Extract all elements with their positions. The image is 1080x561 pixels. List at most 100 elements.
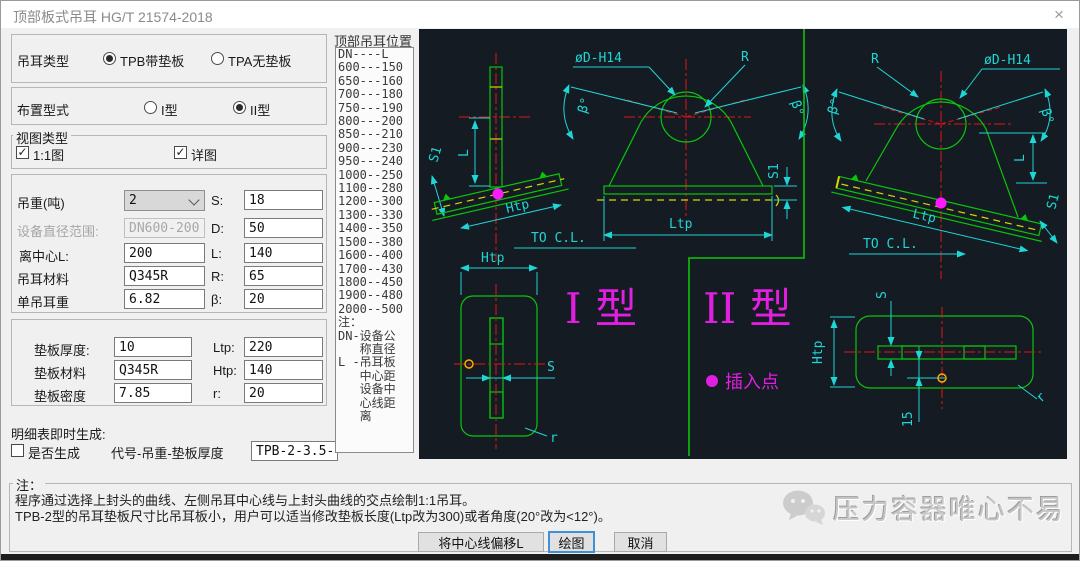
s-label: S:: [211, 193, 224, 208]
dim-label-s1: S1: [1044, 192, 1063, 211]
list-item[interactable]: 1200--300: [336, 195, 413, 209]
r-label: R:: [211, 269, 224, 284]
ltp-label: Ltp:: [213, 340, 235, 355]
draw-button[interactable]: 绘图: [548, 531, 595, 553]
checkbox-generate-bom-label[interactable]: 是否生成: [28, 443, 80, 462]
list-item[interactable]: 1800--450: [336, 275, 413, 289]
list-item: 设备中: [338, 382, 396, 397]
cad-canvas: L S1 Htp TO C.L. Htp øD-H14 R β° β° S1 L…: [419, 29, 1067, 459]
checkbox-detail-label[interactable]: 详图: [191, 145, 217, 164]
arrangement-label: 布置型式: [17, 103, 70, 118]
dim-label-ltp: Ltp: [669, 217, 693, 232]
close-icon[interactable]: ×: [1047, 4, 1071, 25]
radio-tpb[interactable]: [103, 52, 116, 65]
dim-label-l: L: [457, 149, 472, 157]
bom-code-input[interactable]: [251, 441, 338, 461]
dim-label-r: r: [1033, 390, 1049, 406]
radio-type-ii[interactable]: [233, 101, 246, 114]
pad-r-input[interactable]: [244, 383, 323, 403]
pad-material-label: 垫板材料: [34, 366, 87, 381]
list-item[interactable]: 1700--430: [336, 262, 413, 276]
pad-density-input[interactable]: [114, 383, 192, 403]
list-item: 心线距: [338, 395, 396, 410]
window-title: 顶部板式吊耳 HG/T 21574-2018: [13, 9, 213, 25]
r-input[interactable]: [244, 266, 323, 286]
list-item[interactable]: 1400--350: [336, 221, 413, 235]
dim-label-hole: øD-H14: [984, 53, 1031, 68]
list-item[interactable]: 1100--280: [336, 181, 413, 195]
bom-title: 明细表即时生成:: [11, 427, 106, 442]
beta-label: β:: [211, 292, 223, 307]
offset-centerline-button[interactable]: 将中心线偏移L: [418, 532, 544, 552]
list-item[interactable]: 600---150: [336, 60, 413, 74]
l-input[interactable]: [244, 243, 323, 263]
note-line-2: TPB-2型的吊耳垫板尺寸比吊耳板小，用户可以适当修改垫板长度(Ltp改为300…: [15, 509, 611, 524]
pad-thickness-input[interactable]: [114, 337, 192, 357]
pad-density-label: 垫板密度: [34, 389, 87, 404]
front-view: øD-H14 R β° β° S1 Ltp: [562, 50, 810, 241]
lug-material-label: 吊耳材料: [17, 272, 70, 287]
list-item[interactable]: 650---160: [336, 74, 413, 88]
list-item[interactable]: 1900--480: [336, 288, 413, 302]
dialog-window: 顶部板式吊耳 HG/T 21574-2018 × 吊耳类型 TPB带垫板 TPA…: [0, 0, 1080, 561]
dim-label-r: r: [550, 431, 558, 446]
beta-input[interactable]: [244, 289, 323, 309]
list-item[interactable]: 950---240: [336, 154, 413, 168]
checkbox-generate-bom[interactable]: [11, 444, 24, 457]
offset-center-input[interactable]: [124, 243, 205, 263]
list-item[interactable]: 1600--400: [336, 248, 413, 262]
unit-weight-label: 单吊耳重: [17, 295, 70, 310]
htp-label: Htp:: [213, 363, 237, 378]
list-item: DN-设备公: [338, 328, 396, 343]
radio-tpa[interactable]: [211, 52, 224, 65]
position-listbox[interactable]: DN----L 600---150 650---160 700---180 75…: [335, 47, 414, 453]
list-item[interactable]: 1300--330: [336, 208, 413, 222]
ltp-input[interactable]: [244, 337, 323, 357]
radio-type-i[interactable]: [144, 101, 157, 114]
list-item[interactable]: 1000--250: [336, 168, 413, 182]
unit-weight-input[interactable]: [124, 289, 205, 309]
radio-tpb-label[interactable]: TPB带垫板: [120, 51, 184, 70]
checkbox-full-scale-label[interactable]: 1:1图: [33, 145, 64, 164]
d-input[interactable]: [244, 218, 323, 238]
cancel-button[interactable]: 取消: [614, 532, 667, 552]
title-bar: 顶部板式吊耳 HG/T 21574-2018 ×: [1, 1, 1079, 28]
dim-label-s1: S1: [426, 145, 445, 164]
weight-select[interactable]: 2: [124, 190, 205, 211]
list-item[interactable]: 900---230: [336, 141, 413, 155]
dim-label-radius: R: [871, 52, 879, 67]
list-item: 注：: [338, 315, 363, 330]
s-input[interactable]: [244, 190, 323, 210]
list-item[interactable]: 700---180: [336, 87, 413, 101]
right-view: R øD-H14 β° β° L S1 Ltp TO C.L.: [825, 52, 1063, 279]
lug-material-input[interactable]: [124, 266, 205, 286]
radio-type-i-label[interactable]: I型: [161, 100, 178, 119]
dim-label-s: S: [547, 360, 555, 375]
list-item[interactable]: 1500--380: [336, 235, 413, 249]
list-item: 称直径: [338, 341, 396, 356]
list-item[interactable]: DN----L: [336, 48, 413, 61]
insert-point-bullet: [706, 375, 718, 387]
l-label: L:: [211, 246, 222, 261]
insert-point-label: 插入点: [725, 372, 779, 392]
list-item: L -吊耳板: [338, 355, 396, 370]
wechat-icon: [783, 490, 825, 525]
dim-label-15: 15: [901, 411, 916, 427]
radio-tpa-label[interactable]: TPA无垫板: [228, 51, 291, 70]
plan-view-right: Htp S 15 r: [811, 291, 1049, 427]
list-item[interactable]: 800---200: [336, 114, 413, 128]
dim-label-radius: R: [741, 50, 749, 65]
pad-material-input[interactable]: [114, 360, 192, 380]
dim-label-beta-left: β°: [825, 97, 844, 116]
dim-label-l: L: [1013, 154, 1028, 162]
dim-label-s: S: [875, 291, 890, 299]
list-item[interactable]: 850---210: [336, 128, 413, 142]
dim-label-htp: Htp: [811, 340, 826, 364]
edge-view: L S1 Htp TO C.L. Htp: [426, 53, 636, 295]
dim-label-to-cl: TO C.L.: [863, 237, 918, 252]
checkbox-full-scale[interactable]: ✓: [16, 146, 29, 159]
checkbox-detail[interactable]: ✓: [174, 146, 187, 159]
list-item[interactable]: 750---190: [336, 101, 413, 115]
radio-type-ii-label[interactable]: II型: [250, 100, 270, 119]
htp-input[interactable]: [244, 360, 323, 380]
